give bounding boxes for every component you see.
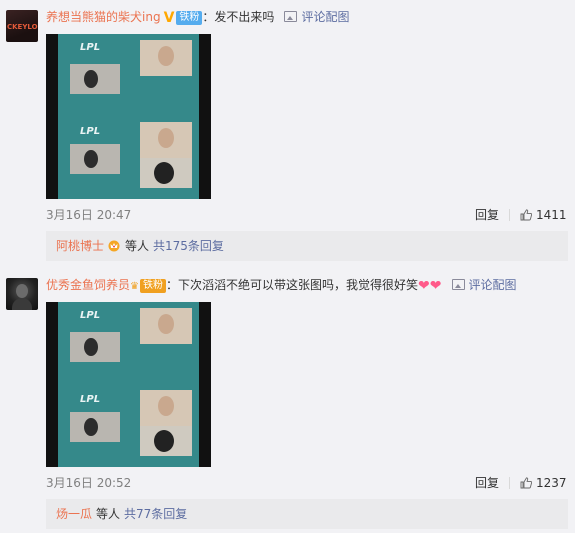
sub-reply-text: 等人 [96, 507, 121, 521]
divider [509, 477, 511, 489]
lpl-logo: LPL [80, 42, 101, 53]
username[interactable]: 优秀金鱼饲养员 [46, 278, 130, 292]
comment-picture-link[interactable]: 评论配图 [301, 10, 349, 24]
like-button[interactable]: 1411 [520, 208, 567, 222]
comment-text: 发不出来吗 [214, 10, 275, 24]
reply-button[interactable]: 回复 [475, 208, 499, 222]
heart-icon: ❤❤ [418, 278, 442, 294]
sub-reply-count-link[interactable]: 共175条回复 [153, 239, 224, 253]
avatar[interactable] [6, 278, 38, 310]
sub-reply-user[interactable]: 炀一瓜 [56, 507, 92, 521]
picture-icon [451, 279, 465, 290]
thumbs-up-icon [520, 477, 533, 489]
divider [509, 209, 511, 221]
fan-badge: 铁粉 [176, 11, 203, 25]
colon: ： [202, 10, 215, 24]
comment-text: 下次滔滔不绝可以带这张图吗，我觉得很好笑 [178, 278, 419, 292]
lpl-logo: LPL [80, 126, 101, 137]
comment-picture-link[interactable]: 评论配图 [469, 278, 517, 292]
crown-icon [108, 240, 120, 252]
lpl-logo: LPL [80, 394, 101, 405]
image-content: LPL LPL [58, 34, 199, 199]
avatar-text: CKEYLO [7, 23, 38, 31]
username[interactable]: 养想当熊猫的柴犬ing [46, 10, 161, 24]
reply-button[interactable]: 回复 [475, 476, 499, 490]
comment-header: 优秀金鱼饲养员♛ 铁粉 ：下次滔滔不绝可以带这张图吗，我觉得很好笑❤❤ 评论配图 [46, 276, 517, 295]
sub-reply-text: 等人 [125, 239, 150, 253]
avatar[interactable]: CKEYLO [6, 10, 38, 42]
like-button[interactable]: 1237 [520, 476, 567, 490]
comment-image[interactable]: LPL LPL [46, 34, 211, 199]
verified-v-icon: V [163, 10, 175, 26]
like-count: 1237 [536, 476, 567, 490]
comment-actions: 回复 1411 [475, 206, 567, 223]
image-content: LPL LPL [58, 302, 199, 467]
fan-badge: 铁粉 [140, 279, 167, 293]
sub-reply-user[interactable]: 阿桃博士 [56, 239, 104, 253]
comment-header: 养想当熊猫的柴犬ing V 铁粉 ：发不出来吗 评论配图 [46, 8, 349, 27]
comment-actions: 回复 1237 [475, 474, 567, 491]
picture-icon [284, 11, 298, 22]
comment-date: 3月16日 20:47 [46, 208, 132, 222]
sub-replies-box[interactable]: 炀一瓜 等人 共77条回复 [46, 499, 568, 529]
crown-icon: ♛ [130, 281, 139, 292]
lpl-logo: LPL [80, 310, 101, 321]
comment-date: 3月16日 20:52 [46, 476, 132, 490]
sub-replies-box[interactable]: 阿桃博士 等人 共175条回复 [46, 231, 568, 261]
sub-reply-count-link[interactable]: 共77条回复 [124, 507, 187, 521]
comment-image[interactable]: LPL LPL [46, 302, 211, 467]
like-count: 1411 [536, 208, 567, 222]
thumbs-up-icon [520, 209, 533, 221]
colon: ： [166, 278, 179, 292]
